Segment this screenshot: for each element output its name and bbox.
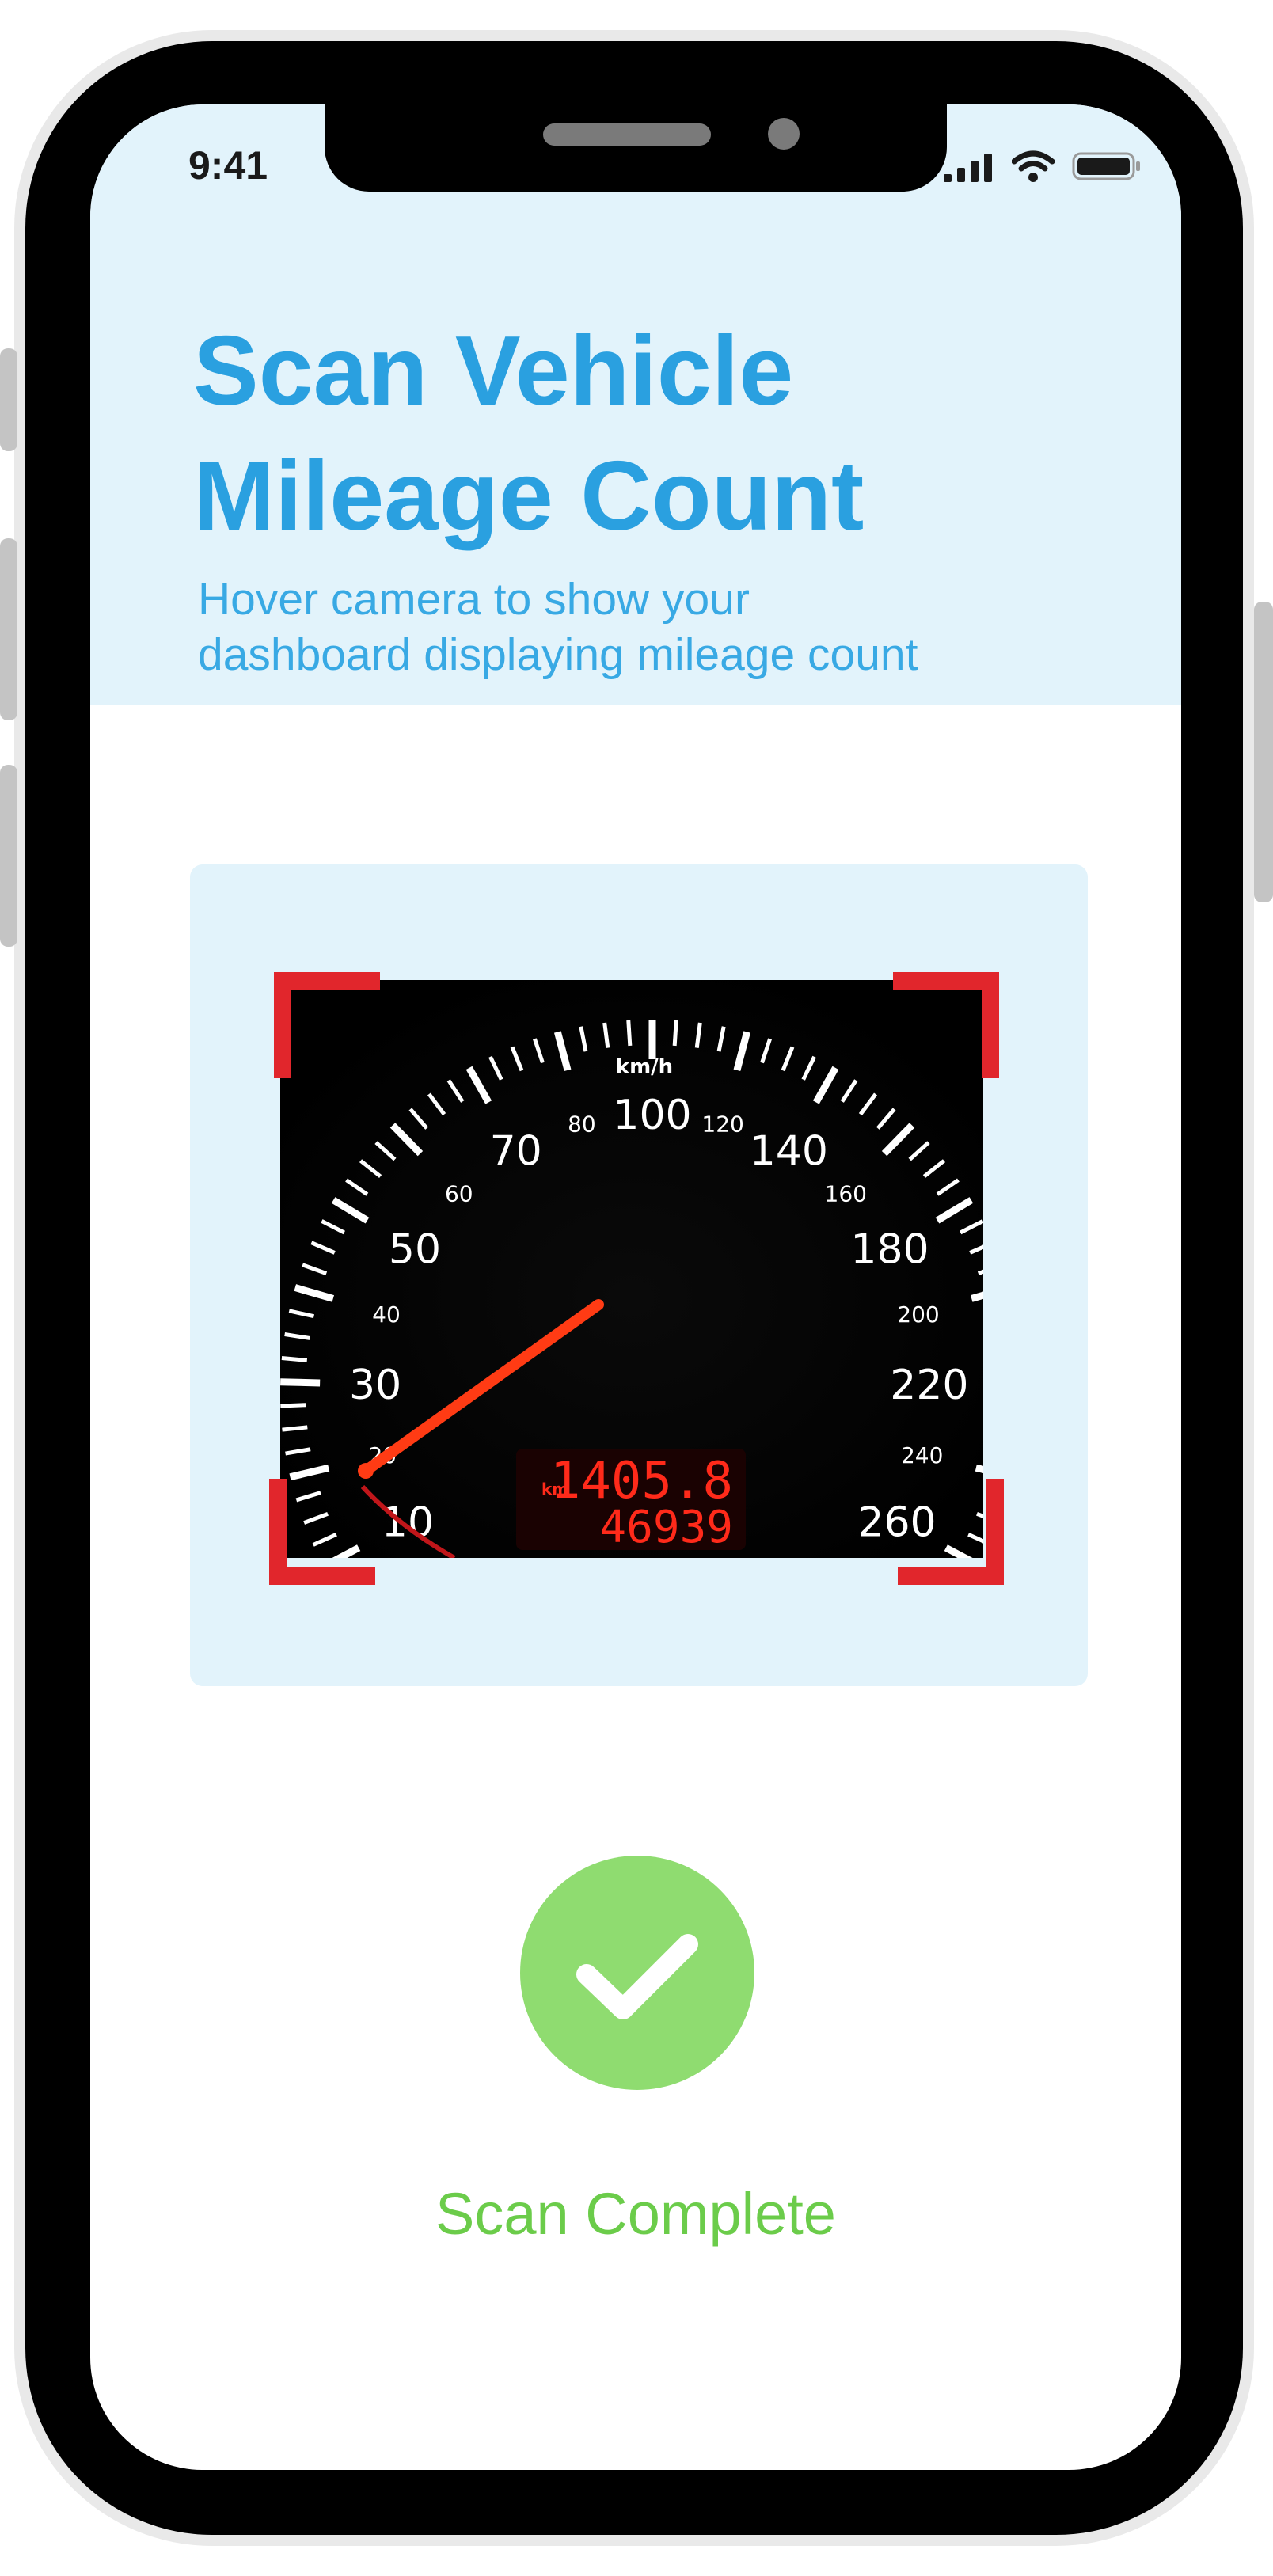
scan-corner-bottom-right xyxy=(898,1479,1004,1585)
status-icons xyxy=(944,150,1142,182)
dial-speed-label: 240 xyxy=(901,1442,943,1468)
phone-notch xyxy=(325,104,947,192)
scan-corner-bottom-left xyxy=(269,1479,375,1585)
subtitle-line-2: dashboard displaying mileage count xyxy=(198,629,918,680)
page-subtitle: Hover camera to show your dashboard disp… xyxy=(198,572,918,682)
dial-speed-label: 200 xyxy=(897,1301,939,1328)
dial-speed-label: 160 xyxy=(825,1180,867,1206)
dial-major-tick xyxy=(280,1378,321,1387)
dial-speed-label: 180 xyxy=(850,1226,929,1274)
signal-bars-icon xyxy=(944,154,992,182)
dial-speed-label: 100 xyxy=(613,1092,691,1139)
scan-complete-badge xyxy=(520,1856,754,2090)
dial-speed-label: 80 xyxy=(568,1111,596,1138)
dial-speed-label: 30 xyxy=(349,1362,401,1409)
needle-hub xyxy=(358,1463,374,1479)
wifi-icon xyxy=(1012,150,1054,182)
subtitle-line-1: Hover camera to show your xyxy=(198,574,750,625)
speaker-grille xyxy=(543,123,711,146)
dial-speed-label: 60 xyxy=(445,1180,473,1206)
volume-up-button xyxy=(0,538,17,720)
power-button xyxy=(1254,602,1273,902)
odometer-total: 46939 xyxy=(599,1502,733,1553)
scan-complete-label: Scan Complete xyxy=(435,2181,836,2247)
dial-minor-tick xyxy=(282,1425,308,1432)
speed-unit-label: km/h xyxy=(616,1055,673,1079)
dial-minor-tick xyxy=(626,1020,633,1047)
dial-minor-tick xyxy=(280,1403,306,1408)
checkmark-icon xyxy=(576,1934,698,2019)
volume-down-button xyxy=(0,765,17,947)
battery-icon xyxy=(1072,152,1140,180)
dial-speed-label: 120 xyxy=(701,1111,743,1138)
dial-speed-label: 140 xyxy=(750,1127,828,1175)
dial-speed-label: 40 xyxy=(372,1301,401,1328)
dial-speed-label: 50 xyxy=(389,1226,441,1274)
app-screen: 9:41 Scan Vehicle Mileage Count Hover ca… xyxy=(90,104,1181,2470)
dial-minor-tick xyxy=(672,1020,678,1047)
scan-corner-top-left xyxy=(274,972,380,1078)
dial-minor-tick xyxy=(281,1356,308,1362)
front-camera xyxy=(768,118,800,150)
page-title: Scan Vehicle Mileage Count xyxy=(193,309,864,559)
title-line-1: Scan Vehicle xyxy=(193,317,794,426)
scan-corner-top-right xyxy=(893,972,999,1078)
dial-speed-label: 70 xyxy=(490,1127,542,1175)
title-line-2: Mileage Count xyxy=(193,442,864,551)
status-time: 9:41 xyxy=(188,143,268,188)
dial-speed-label: 220 xyxy=(890,1362,968,1409)
speedometer-image: 1020304050607080100120140160180200220240… xyxy=(280,980,983,1558)
speedometer-dial: 1020304050607080100120140160180200220240… xyxy=(280,980,983,1558)
mute-switch xyxy=(0,348,17,451)
